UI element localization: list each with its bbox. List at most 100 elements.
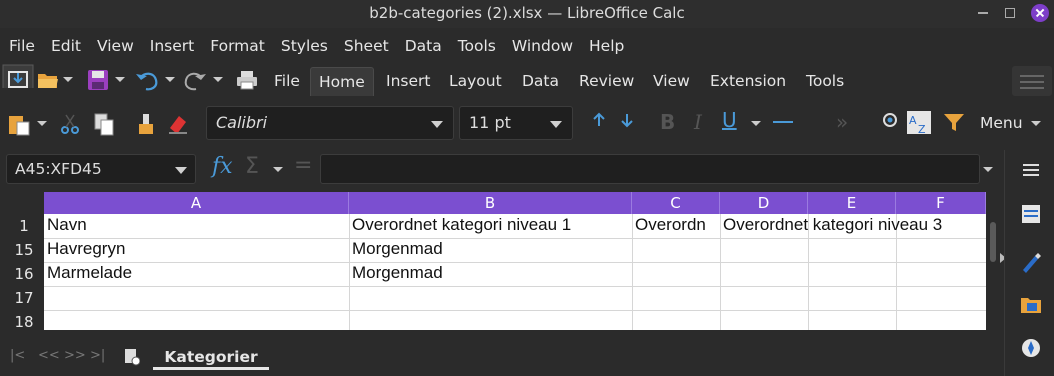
cell-b1[interactable]: Overordnet kategori niveau 1 <box>352 215 630 235</box>
styles-icon[interactable] <box>1019 250 1043 274</box>
autofilter-icon[interactable] <box>942 110 966 134</box>
bold-icon[interactable]: B <box>660 110 675 134</box>
menu-tools[interactable]: Tools <box>450 34 504 58</box>
tab-extension[interactable]: Extension <box>702 67 794 96</box>
clone-formatting-icon[interactable] <box>134 112 158 136</box>
last-sheet-icon[interactable]: >| <box>90 348 105 363</box>
tab-insert[interactable]: Insert <box>378 67 438 96</box>
subscript-icon[interactable] <box>616 110 638 134</box>
menu-file[interactable]: File <box>0 34 43 58</box>
formula-icon[interactable]: = <box>294 153 312 178</box>
chevron-down-icon[interactable] <box>550 121 562 128</box>
menu-format[interactable]: Format <box>202 34 273 58</box>
tab-layout[interactable]: Layout <box>441 67 510 96</box>
save-remote-icon[interactable] <box>2 64 34 88</box>
row-header[interactable]: 16 <box>4 262 44 286</box>
cell-a15[interactable]: Havregryn <box>47 239 347 259</box>
cell-a1[interactable]: Navn <box>47 215 347 235</box>
more-icon[interactable]: » <box>836 110 848 134</box>
chevron-down-icon[interactable] <box>175 167 187 174</box>
menu-button[interactable]: Menu <box>980 114 1023 132</box>
print-icon[interactable] <box>234 68 260 92</box>
menu-insert[interactable]: Insert <box>142 34 202 58</box>
row-header[interactable]: 1 <box>4 214 44 238</box>
tab-tools[interactable]: Tools <box>798 67 852 96</box>
tab-data[interactable]: Data <box>514 67 567 96</box>
tab-file[interactable]: File <box>266 67 308 96</box>
menu-edit[interactable]: Edit <box>43 34 89 58</box>
cell-d1[interactable]: Overordnet kategori niveau 3 <box>723 215 986 235</box>
first-sheet-icon[interactable]: |< <box>10 348 25 363</box>
chevron-down-icon[interactable] <box>1030 120 1042 144</box>
row-header[interactable]: 18 <box>4 310 44 331</box>
column-header[interactable]: B <box>349 192 632 214</box>
function-wizard-icon[interactable]: fx <box>212 154 233 179</box>
row-header[interactable]: 17 <box>4 286 44 310</box>
redo-icon[interactable] <box>182 68 208 92</box>
cell-c1[interactable]: Overordn <box>635 215 720 235</box>
close-button[interactable] <box>1031 4 1049 22</box>
menu-sheet[interactable]: Sheet <box>336 34 397 58</box>
cell-b15[interactable]: Morgenmad <box>352 239 630 259</box>
cell-area[interactable]: Navn Overordnet kategori niveau 1 Overor… <box>44 214 986 330</box>
chevron-down-icon[interactable] <box>36 120 48 144</box>
select-all-corner[interactable] <box>4 192 44 214</box>
maximize-button[interactable] <box>1005 8 1015 18</box>
chevron-down-icon[interactable] <box>114 76 126 100</box>
column-header[interactable]: C <box>632 192 720 214</box>
navigator-icon[interactable] <box>878 110 902 134</box>
chevron-down-icon[interactable] <box>62 76 74 100</box>
tab-home[interactable]: Home <box>310 67 374 96</box>
add-sheet-icon[interactable] <box>124 348 140 366</box>
column-header[interactable]: F <box>896 192 986 214</box>
save-icon[interactable] <box>86 68 110 92</box>
chevron-down-icon[interactable] <box>164 76 176 100</box>
clear-formatting-icon[interactable] <box>166 112 190 136</box>
expand-formula-icon[interactable] <box>982 166 994 190</box>
properties-icon[interactable] <box>1019 202 1043 226</box>
scrollbar-thumb[interactable] <box>990 222 996 262</box>
sheet-tab-bar: |< << >> >| Kategorier <box>0 340 1000 376</box>
chevron-down-icon[interactable] <box>431 121 443 128</box>
name-box[interactable]: A45:XFD45 <box>6 154 196 184</box>
cell-b16[interactable]: Morgenmad <box>352 263 630 283</box>
sort-icon[interactable]: A Z <box>906 110 932 134</box>
paste-icon[interactable] <box>6 112 32 136</box>
tab-view[interactable]: View <box>645 67 698 96</box>
font-size-combo[interactable]: 11 pt <box>459 106 573 140</box>
underline-icon[interactable]: U <box>722 108 737 132</box>
strikethrough-icon[interactable] <box>770 110 796 134</box>
row-header[interactable]: 15 <box>4 238 44 262</box>
chevron-down-icon[interactable] <box>212 76 224 100</box>
column-header[interactable]: E <box>808 192 896 214</box>
menu-view[interactable]: View <box>89 34 142 58</box>
copy-icon[interactable] <box>92 112 116 136</box>
undo-icon[interactable] <box>134 68 160 92</box>
minimize-button[interactable] <box>978 12 988 14</box>
sidebar-menu-icon[interactable] <box>1019 158 1043 182</box>
chevron-down-icon[interactable] <box>272 166 284 190</box>
navigator-sidebar-icon[interactable] <box>1019 336 1043 360</box>
sum-icon[interactable]: Σ <box>245 154 259 179</box>
italic-icon[interactable]: I <box>694 110 702 134</box>
cut-icon[interactable] <box>58 112 82 136</box>
menu-help[interactable]: Help <box>581 34 632 58</box>
cell-a16[interactable]: Marmelade <box>47 263 347 283</box>
previous-sheet-icon[interactable]: << <box>38 348 60 363</box>
formula-input[interactable] <box>320 154 980 184</box>
tab-review[interactable]: Review <box>571 67 642 96</box>
menu-styles[interactable]: Styles <box>273 34 336 58</box>
menu-data[interactable]: Data <box>397 34 450 58</box>
font-name-combo[interactable]: Calibri <box>206 106 454 140</box>
superscript-icon[interactable] <box>588 110 610 134</box>
gallery-icon[interactable] <box>1019 292 1043 316</box>
column-header[interactable]: D <box>720 192 808 214</box>
sheet-tab-kategorier[interactable]: Kategorier <box>153 346 269 370</box>
chevron-down-icon[interactable] <box>750 120 762 144</box>
next-sheet-icon[interactable]: >> <box>64 348 86 363</box>
menu-window[interactable]: Window <box>504 34 581 58</box>
vertical-scrollbar[interactable] <box>988 192 998 336</box>
column-header[interactable]: A <box>44 192 349 214</box>
notebookbar-menu-button[interactable] <box>1012 66 1052 96</box>
open-folder-icon[interactable] <box>36 68 60 92</box>
